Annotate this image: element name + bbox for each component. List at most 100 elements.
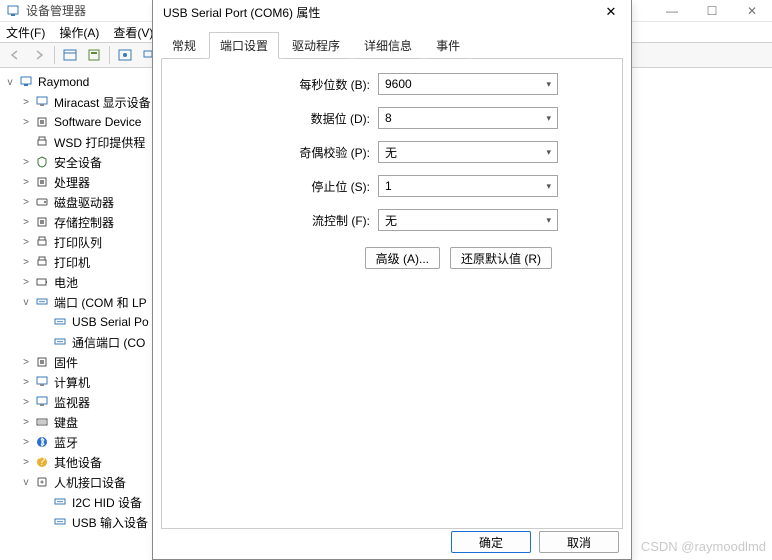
app-icon <box>6 4 20 18</box>
expand-icon[interactable]: > <box>20 97 32 108</box>
window-controls: — ☐ ✕ <box>652 0 772 22</box>
expand-icon[interactable]: > <box>20 357 32 368</box>
svg-text:?: ? <box>39 455 46 468</box>
tree-label: Raymond <box>38 75 89 89</box>
device-icon <box>52 514 68 530</box>
device-category-icon <box>34 214 50 230</box>
restore-defaults-button[interactable]: 还原默认值 (R) <box>450 247 552 269</box>
expand-icon[interactable]: > <box>20 457 32 468</box>
tree-label: Miracast 显示设备 <box>54 94 151 111</box>
dropdown-value: 无 <box>385 144 397 161</box>
expand-icon[interactable]: > <box>20 157 32 168</box>
device-category-icon <box>34 234 50 250</box>
menu-view[interactable]: 查看(V) <box>113 24 153 41</box>
expand-icon[interactable]: v <box>4 77 16 88</box>
menu-action[interactable]: 操作(A) <box>59 24 99 41</box>
dialog-title: USB Serial Port (COM6) 属性 <box>163 4 320 21</box>
dropdown[interactable]: 8▾ <box>378 107 558 129</box>
tab-driver[interactable]: 驱动程序 <box>281 32 351 59</box>
expand-icon[interactable]: > <box>20 417 32 428</box>
device-category-icon <box>34 114 50 130</box>
back-button[interactable] <box>4 45 26 65</box>
tree-label: WSD 打印提供程 <box>54 134 145 151</box>
device-category-icon <box>34 294 50 310</box>
tree-label: 处理器 <box>54 174 90 191</box>
tree-label: 固件 <box>54 354 78 371</box>
dropdown-value: 无 <box>385 212 397 229</box>
close-button[interactable]: ✕ <box>732 0 772 22</box>
tree-label: I2C HID 设备 <box>72 494 142 511</box>
form-field: 停止位 (S):1▾ <box>178 175 606 197</box>
chevron-down-icon: ▾ <box>546 79 551 90</box>
expand-icon[interactable]: > <box>20 257 32 268</box>
main-title: 设备管理器 <box>26 2 86 19</box>
dialog-footer: 确定 取消 <box>451 531 619 553</box>
expand-icon[interactable]: > <box>20 397 32 408</box>
dropdown[interactable]: 无▾ <box>378 141 558 163</box>
tab-port-settings[interactable]: 端口设置 <box>209 32 279 59</box>
toolbar-separator <box>109 46 110 64</box>
device-category-icon <box>34 474 50 490</box>
menu-file[interactable]: 文件(F) <box>6 24 45 41</box>
tree-label: Software Device <box>54 115 141 129</box>
form-field: 数据位 (D):8▾ <box>178 107 606 129</box>
device-category-icon: ? <box>34 454 50 470</box>
expand-icon[interactable]: > <box>20 277 32 288</box>
dropdown[interactable]: 9600 ▾ <box>378 73 558 95</box>
tab-details[interactable]: 详细信息 <box>353 32 423 59</box>
expand-icon[interactable]: v <box>20 297 32 308</box>
ok-button[interactable]: 确定 <box>451 531 531 553</box>
tab-general[interactable]: 常规 <box>161 32 207 59</box>
device-category-icon <box>34 274 50 290</box>
device-icon <box>52 334 68 350</box>
expand-icon[interactable]: > <box>20 177 32 188</box>
tree-label: 键盘 <box>54 414 78 431</box>
form-field: 每秒位数 (B): 9600 ▾ <box>178 73 606 95</box>
dialog-close-button[interactable]: ✕ <box>591 0 631 24</box>
cancel-button[interactable]: 取消 <box>539 531 619 553</box>
maximize-button[interactable]: ☐ <box>692 0 732 22</box>
tool-help[interactable] <box>114 45 136 65</box>
chevron-down-icon: ▾ <box>546 215 551 226</box>
dialog-title-bar: USB Serial Port (COM6) 属性 ✕ <box>153 0 631 24</box>
device-category-icon <box>34 414 50 430</box>
tree-label: 人机接口设备 <box>54 474 126 491</box>
chevron-down-icon: ▾ <box>546 181 551 192</box>
dropdown-value: 9600 <box>385 77 412 91</box>
device-category-icon <box>34 434 50 450</box>
dropdown[interactable]: 1▾ <box>378 175 558 197</box>
tree-label: 计算机 <box>54 374 90 391</box>
dropdown[interactable]: 无▾ <box>378 209 558 231</box>
tree-label: 电池 <box>54 274 78 291</box>
device-category-icon <box>34 254 50 270</box>
device-icon <box>52 314 68 330</box>
device-category-icon <box>34 154 50 170</box>
tree-label: USB 输入设备 <box>72 514 148 531</box>
dropdown-value: 1 <box>385 179 392 193</box>
tool-show-hidden[interactable] <box>59 45 81 65</box>
expand-icon[interactable]: > <box>20 217 32 228</box>
device-category-icon <box>34 174 50 190</box>
tree-label: 监视器 <box>54 394 90 411</box>
advanced-button[interactable]: 高级 (A)... <box>365 247 440 269</box>
device-category-icon <box>34 194 50 210</box>
expand-icon[interactable]: > <box>20 117 32 128</box>
expand-icon[interactable]: > <box>20 377 32 388</box>
expand-icon[interactable]: > <box>20 237 32 248</box>
dropdown-value: 8 <box>385 111 392 125</box>
device-category-icon <box>34 394 50 410</box>
expand-icon[interactable]: > <box>20 197 32 208</box>
forward-button[interactable] <box>28 45 50 65</box>
tree-label: 存储控制器 <box>54 214 114 231</box>
expand-icon[interactable]: > <box>20 437 32 448</box>
minimize-button[interactable]: — <box>652 0 692 22</box>
field-label: 数据位 (D): <box>178 110 378 127</box>
tree-label: 蓝牙 <box>54 434 78 451</box>
field-label: 每秒位数 (B): <box>178 76 378 93</box>
tool-properties[interactable] <box>83 45 105 65</box>
chevron-down-icon: ▾ <box>546 147 551 158</box>
expand-icon[interactable]: v <box>20 477 32 488</box>
tab-events[interactable]: 事件 <box>425 32 471 59</box>
device-icon <box>52 494 68 510</box>
form-field: 流控制 (F):无▾ <box>178 209 606 231</box>
